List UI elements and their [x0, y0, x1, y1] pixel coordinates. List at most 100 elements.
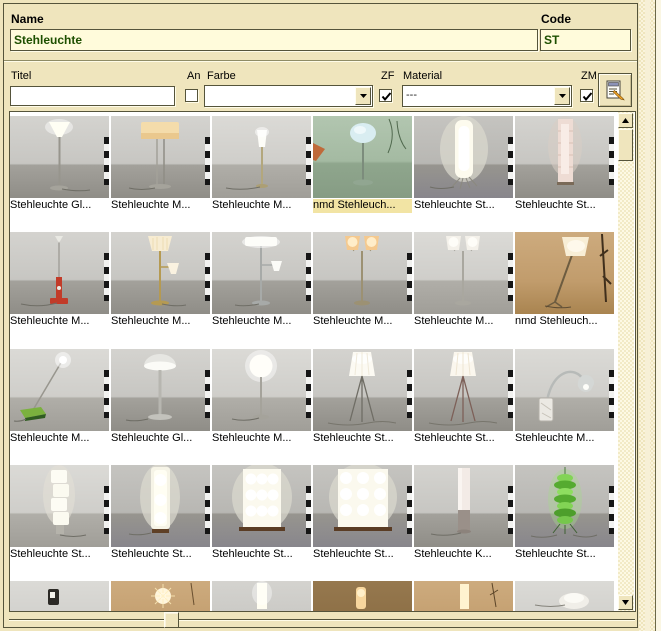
thumbnail-caption[interactable]: Stehleuchte M... — [10, 315, 109, 329]
thumbnail-caption[interactable]: Stehleuchte M... — [212, 199, 311, 213]
grid-item[interactable]: Stehleuchte M... — [10, 349, 109, 446]
lamp-thumbnail-double-white[interactable] — [414, 232, 513, 314]
grid-item[interactable]: Stehleuchte St... — [515, 465, 614, 562]
thumbnail-caption[interactable]: Stehleuchte St... — [414, 432, 513, 446]
lamp-thumbnail-r5-round[interactable] — [515, 581, 614, 612]
zm-checkbox[interactable] — [580, 89, 593, 102]
thumbnail-caption[interactable]: Stehleuchte St... — [515, 199, 614, 213]
grid-item[interactable]: Stehleuchte St... — [111, 465, 210, 562]
grid-item[interactable]: Stehleuchte M... — [313, 232, 412, 329]
grid-item[interactable]: Stehleuchte M... — [10, 232, 109, 329]
lamp-thumbnail-mushroom[interactable] — [111, 349, 210, 431]
lamp-thumbnail-drum[interactable] — [111, 116, 210, 198]
lamp-thumbnail-tilt-green[interactable] — [10, 349, 109, 431]
thumbnail-caption[interactable]: Stehleuchte St... — [414, 199, 513, 213]
vertical-scrollbar-thumb[interactable] — [618, 129, 633, 161]
thumbnail-caption[interactable]: Stehleuchte M... — [212, 315, 311, 329]
grid-item[interactable]: Stehleuchte M... — [111, 116, 210, 213]
lamp-thumbnail-lit-panel-wide[interactable] — [313, 465, 412, 547]
lamp-thumbnail-r5-figurine[interactable] — [10, 581, 109, 612]
scroll-up-button[interactable] — [618, 113, 633, 128]
thumbnail-caption[interactable]: Stehleuchte St... — [313, 548, 412, 562]
lamp-thumbnail-r5-column-tan[interactable] — [414, 581, 513, 612]
thumbnail-caption[interactable]: Stehleuchte M... — [313, 315, 412, 329]
thumbnail-caption[interactable]: Stehleuchte St... — [313, 432, 412, 446]
lamp-thumbnail-tripod[interactable] — [313, 349, 412, 431]
lamp-thumbnail-globe-white[interactable] — [212, 349, 311, 431]
lamp-thumbnail-globe-green[interactable] — [313, 116, 412, 198]
thumbnail-caption[interactable]: Stehleuchte M... — [212, 432, 311, 446]
grid-item[interactable]: Stehleuchte M... — [212, 116, 311, 213]
grid-item[interactable] — [111, 581, 210, 612]
lamp-thumbnail-tripod2[interactable] — [414, 349, 513, 431]
lamp-thumbnail-lit-panel[interactable] — [212, 465, 311, 547]
titel-input[interactable] — [10, 86, 175, 106]
report-button[interactable] — [598, 73, 632, 107]
thumbnail-caption[interactable]: Stehleuchte M... — [414, 315, 513, 329]
lamp-thumbnail-tan-shade[interactable] — [515, 232, 614, 314]
thumbnail-caption[interactable]: Stehleuchte St... — [515, 548, 614, 562]
grid-item[interactable]: Stehleuchte Gl... — [111, 349, 210, 446]
grid-item[interactable] — [313, 581, 412, 612]
lamp-thumbnail-cone-up[interactable] — [10, 116, 109, 198]
thumbnail-caption[interactable]: nmd Stehleuch... — [313, 199, 412, 213]
lamp-thumbnail-column-steel[interactable] — [414, 465, 513, 547]
lamp-thumbnail-red-stem[interactable] — [10, 232, 109, 314]
grid-item[interactable]: Stehleuchte M... — [212, 349, 311, 446]
grid-item[interactable]: Stehleuchte Gl... — [10, 116, 109, 213]
grid-item[interactable] — [515, 581, 614, 612]
lamp-thumbnail-arc[interactable] — [515, 349, 614, 431]
grid-item[interactable] — [10, 581, 109, 612]
grid-item[interactable]: Stehleuchte St... — [414, 349, 513, 446]
thumbnail-caption[interactable]: Stehleuchte St... — [10, 548, 109, 562]
grid-item[interactable]: Stehleuchte St... — [10, 465, 109, 562]
grid-item[interactable]: Stehleuchte K... — [414, 465, 513, 562]
lamp-thumbnail-chrome-two[interactable] — [212, 232, 311, 314]
an-checkbox[interactable] — [185, 89, 198, 102]
lamp-thumbnail-stacked-cubes[interactable] — [10, 465, 109, 547]
grid-item[interactable] — [212, 581, 311, 612]
thumbnail-caption[interactable]: Stehleuchte St... — [111, 548, 210, 562]
thumbnail-caption[interactable]: Stehleuchte M... — [515, 432, 614, 446]
grid-item[interactable] — [414, 581, 513, 612]
material-combobox[interactable]: --- — [402, 85, 572, 107]
grid-item[interactable]: Stehleuchte M... — [515, 349, 614, 446]
lamp-thumbnail-r5-sparkle[interactable] — [111, 581, 210, 612]
thumbnail-caption[interactable]: Stehleuchte K... — [414, 548, 513, 562]
horizontal-slider-thumb[interactable] — [164, 612, 179, 628]
farbe-dropdown-button[interactable] — [355, 87, 371, 105]
grid-item[interactable]: Stehleuchte M... — [111, 232, 210, 329]
thumbnail-caption[interactable]: Stehleuchte M... — [10, 432, 109, 446]
grid-item[interactable]: Stehleuchte M... — [212, 232, 311, 329]
thumbnail-caption[interactable]: Stehleuchte Gl... — [10, 199, 109, 213]
lamp-thumbnail-pink-column[interactable] — [515, 116, 614, 198]
lamp-thumbnail-lit-column[interactable] — [111, 465, 210, 547]
thumbnail-caption[interactable]: Stehleuchte St... — [212, 548, 311, 562]
lamp-thumbnail-brass-two[interactable] — [111, 232, 210, 314]
lamp-thumbnail-green-stack[interactable] — [515, 465, 614, 547]
grid-item[interactable]: Stehleuchte St... — [313, 465, 412, 562]
grid-item[interactable]: Stehleuchte St... — [414, 116, 513, 213]
thumbnail-caption[interactable]: Stehleuchte M... — [111, 315, 210, 329]
grid-item[interactable]: nmd Stehleuch... — [313, 116, 412, 213]
thumbnail-caption[interactable]: Stehleuchte Gl... — [111, 432, 210, 446]
thumbnail-caption[interactable]: Stehleuchte M... — [111, 199, 210, 213]
name-input[interactable] — [10, 29, 538, 51]
lamp-thumbnail-small-cone[interactable] — [212, 116, 311, 198]
grid-item[interactable]: Stehleuchte St... — [212, 465, 311, 562]
vertical-scrollbar[interactable] — [618, 112, 634, 611]
horizontal-slider-track[interactable] — [9, 619, 635, 621]
lamp-thumbnail-lit-cylinder[interactable] — [414, 116, 513, 198]
grid-item[interactable]: Stehleuchte M... — [414, 232, 513, 329]
scroll-down-button[interactable] — [618, 595, 633, 610]
code-input[interactable] — [540, 29, 631, 51]
grid-item[interactable]: Stehleuchte St... — [313, 349, 412, 446]
grid-item[interactable]: Stehleuchte St... — [515, 116, 614, 213]
thumbnail-caption[interactable]: nmd Stehleuch... — [515, 315, 614, 329]
lamp-thumbnail-r5-lamp-dark[interactable] — [313, 581, 412, 612]
zf-checkbox[interactable] — [379, 89, 392, 102]
material-dropdown-button[interactable] — [554, 87, 570, 105]
farbe-combobox[interactable] — [204, 85, 373, 107]
lamp-thumbnail-r5-column-lit[interactable] — [212, 581, 311, 612]
grid-item[interactable]: nmd Stehleuch... — [515, 232, 614, 329]
